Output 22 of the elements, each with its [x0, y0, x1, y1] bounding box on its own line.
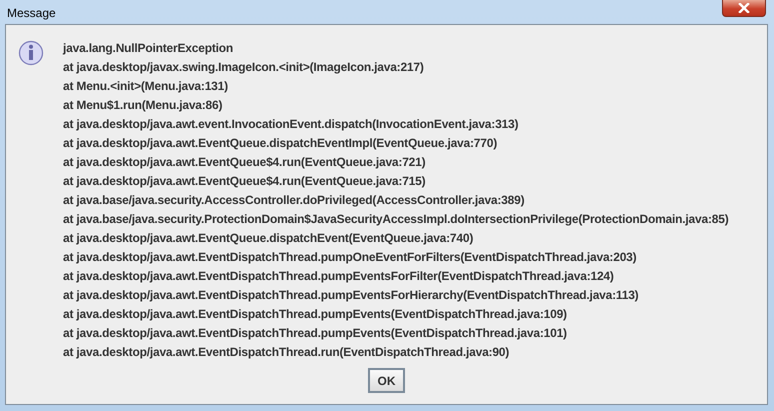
window-title: Message: [7, 6, 56, 20]
message-line: at Menu.<init>(Menu.java:131): [63, 78, 229, 95]
message-line: at java.desktop/java.awt.EventQueue.dispatchEvent(EventQueue.java:740): [63, 230, 474, 247]
message-line: at java.base/java.security.ProtectionDomain$JavaSecurityAccessImpl.doIntersectionPrivilege(ProtectionDomain.java:85): [63, 211, 729, 228]
message-line: at java.desktop/java.awt.EventDispatchThread.pumpEvents(EventDispatchThread.java:109): [63, 306, 568, 323]
message-line: at java.desktop/java.awt.EventDispatchThread.pumpEventsForFilter(EventDispatchThread.java:124): [63, 268, 615, 285]
message-line: at java.desktop/java.awt.EventQueue.dispatchEventImpl(EventQueue.java:770): [63, 135, 498, 152]
message-line: at java.desktop/java.awt.EventDispatchThread.pumpEventsForHierarchy(EventDispatchThread.java:113): [63, 287, 640, 304]
message-line: at java.desktop/javax.swing.ImageIcon.<init>(ImageIcon.java:217): [63, 59, 425, 76]
message-line: at java.desktop/java.awt.EventQueue$4.run(EventQueue.java:715): [63, 173, 426, 190]
message-line: at java.desktop/java.awt.EventDispatchThread.pumpOneEventForFilters(EventDispatchThread.java:203): [63, 249, 638, 266]
ok-button[interactable]: OK: [368, 368, 405, 393]
close-button[interactable]: [722, 0, 766, 17]
message-line: java.lang.NullPointerException: [63, 40, 234, 57]
message-line: at java.desktop/java.awt.event.InvocationEvent.dispatch(InvocationEvent.java:313): [63, 116, 520, 133]
message-line: at Menu$1.run(Menu.java:86): [63, 97, 224, 114]
close-icon: [737, 3, 751, 13]
message-line: at java.desktop/java.awt.EventQueue$4.run(EventQueue.java:721): [63, 154, 426, 171]
info-icon: [18, 40, 44, 66]
message-line: at java.base/java.security.AccessController.doPrivileged(AccessController.java:389): [63, 192, 526, 209]
message-line: at java.desktop/java.awt.EventDispatchThread.run(EventDispatchThread.java:90): [63, 344, 510, 361]
message-line: at java.desktop/java.awt.EventDispatchThread.pumpEvents(EventDispatchThread.java:101): [63, 325, 568, 342]
